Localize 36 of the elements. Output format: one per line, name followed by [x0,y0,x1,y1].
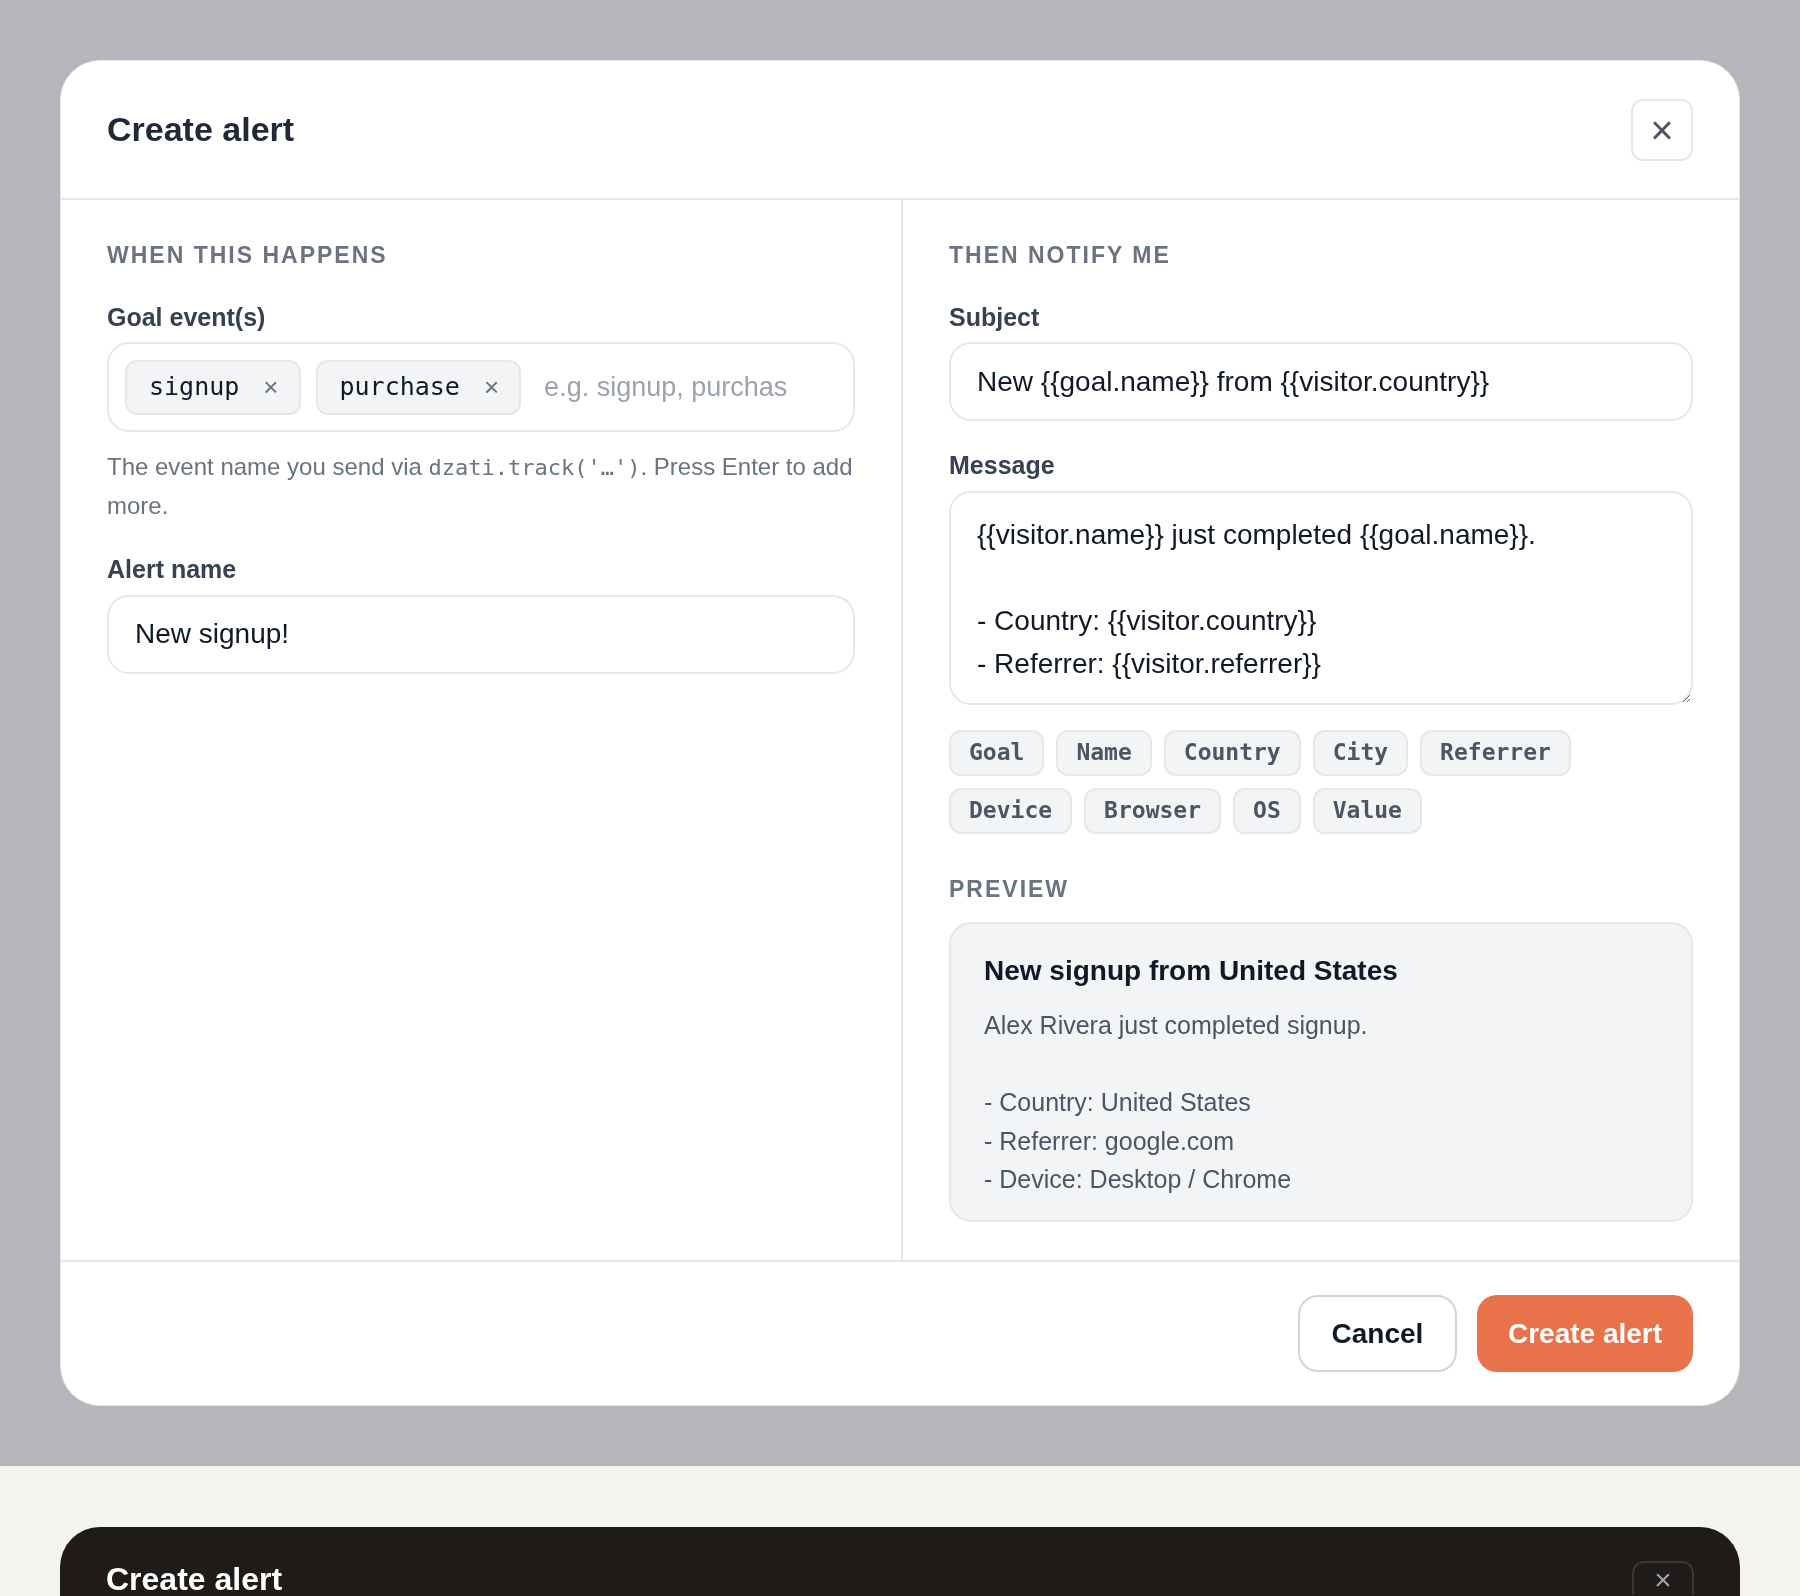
preview-line: - Country: United States [984,1087,1252,1118]
field-label: Subject [949,301,1041,333]
variable-chip[interactable]: City [1312,729,1409,776]
remove-tag-button[interactable]: × [263,374,279,400]
preview-title: New signup from United States [984,954,1399,988]
section-heading: THEN NOTIFY ME [949,241,1172,270]
event-tag: signup × [125,359,301,415]
help-text: The event name you send via dzati.track('…'). Press Enter to add more. [107,452,854,521]
variable-chip[interactable]: Goal [949,729,1045,776]
preview-line: - Referrer: google.com [984,1125,1236,1157]
variable-chip[interactable]: Browser [1084,787,1222,834]
tag-input-field[interactable]: signup × purchase × e.g. signup, purchas [107,342,855,432]
variable-chip[interactable]: Name [1056,729,1152,776]
section-heading: PREVIEW [949,874,1071,904]
variable-chip[interactable]: OS [1233,787,1301,834]
field-label: Goal event(s) [107,301,267,333]
remove-tag-button[interactable]: × [483,374,500,400]
variable-chip[interactable]: Value [1312,787,1422,834]
variable-chip[interactable]: Country [1163,729,1301,776]
dialog-title: Create alert [106,1561,283,1596]
event-tag: purchase × [315,359,522,415]
close-button[interactable]: × [1632,1561,1694,1595]
field-label: Message [949,450,1056,481]
field-label: Alert name [107,554,238,585]
variable-chip[interactable]: Referrer [1420,729,1571,776]
cancel-button[interactable]: Cancel [1298,1295,1457,1372]
alert-name-field[interactable]: New signup! [107,594,855,674]
message-field[interactable]: {{visitor.name}} just completed {{goal.name}}. - Country: {{visitor.country}} - Referrer: {{visitor.referrer}} [949,490,1693,705]
preview-line: - Device: Desktop / Chrome [984,1164,1293,1195]
dialog-title: Create alert [107,109,295,150]
subject-field[interactable]: New {{goal.name}} from {{visitor.country}} [949,342,1693,421]
section-heading: WHEN THIS HAPPENS [107,241,389,270]
preview-line: Alex Rivera just completed signup. [984,1010,1369,1041]
close-button[interactable]: × [1631,98,1693,161]
variable-chip[interactable]: Device [949,787,1073,834]
goal-input[interactable]: e.g. signup, purchas [544,366,837,408]
